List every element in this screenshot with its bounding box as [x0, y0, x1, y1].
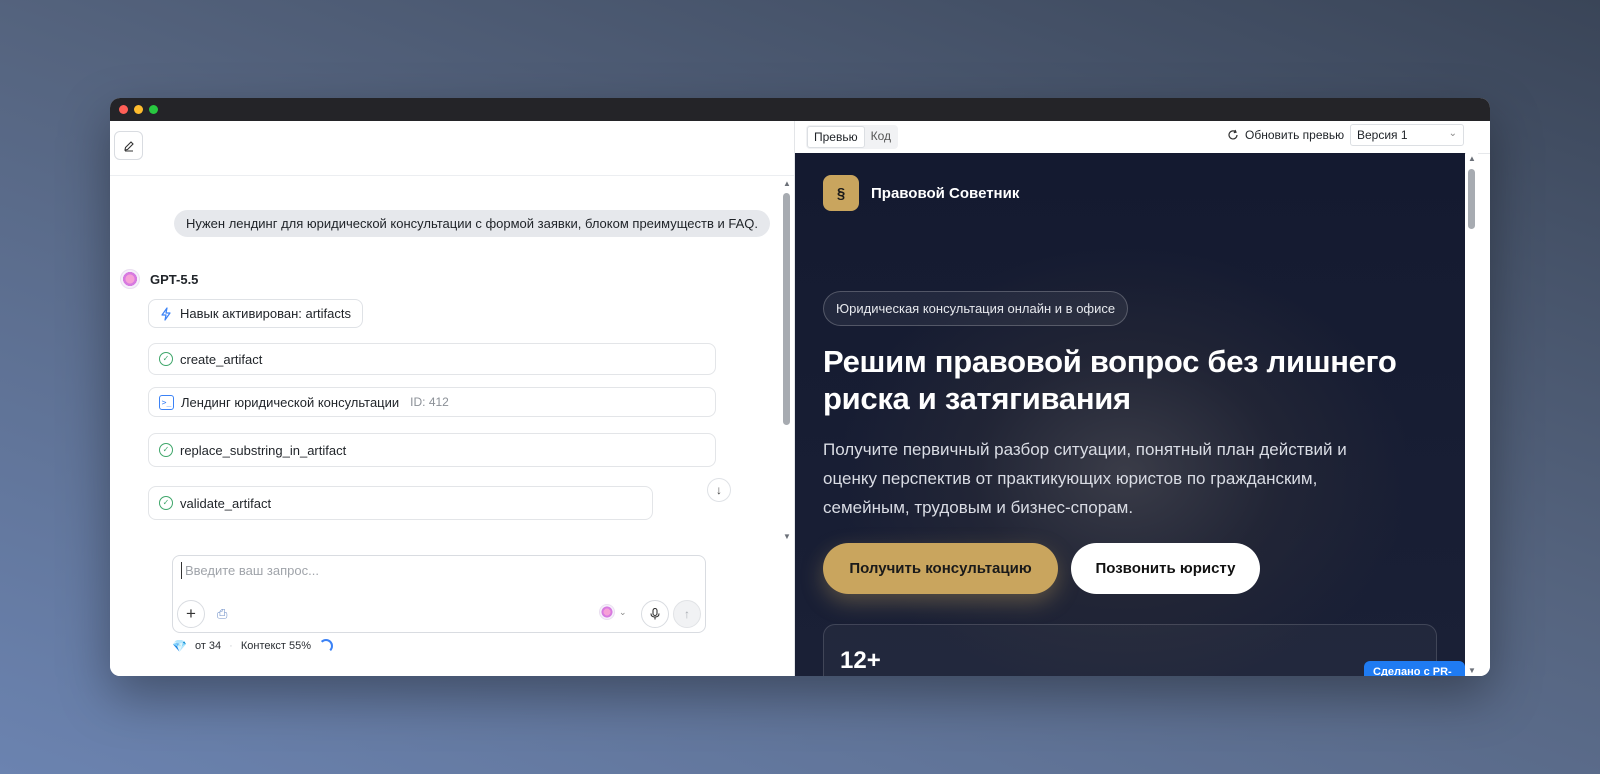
voice-input-button[interactable]: [641, 600, 669, 628]
chat-scrollbar[interactable]: ▲ ▼: [782, 179, 792, 541]
scroll-down-arrow-icon[interactable]: ▼: [1468, 666, 1476, 675]
model-avatar-icon: [120, 269, 140, 289]
user-message: Нужен лендинг для юридической консультац…: [173, 210, 770, 237]
section-sign-logo-icon: §: [823, 175, 859, 211]
plus-icon: +: [186, 604, 196, 623]
refresh-label: Обновить превью: [1245, 128, 1345, 142]
version-value: Версия 1: [1357, 128, 1408, 142]
skill-label: Навык активирован: artifacts: [180, 306, 351, 321]
lightning-icon: [161, 306, 171, 321]
chevron-down-icon: ⌄: [619, 606, 627, 617]
maximize-window-button[interactable]: [149, 105, 158, 114]
tool-call-validate-artifact[interactable]: ✓ validate_artifact: [148, 486, 653, 520]
check-circle-icon: ✓: [159, 496, 173, 510]
scroll-to-bottom-button[interactable]: ↓: [707, 478, 731, 502]
scroll-up-arrow-icon[interactable]: ▲: [783, 179, 791, 188]
title-bar: [110, 98, 1490, 121]
brand[interactable]: § Правовой Советник: [823, 175, 1019, 211]
model-selector[interactable]: ⌄: [599, 604, 627, 620]
hero-eyebrow-pill: Юридическая консультация онлайн и в офис…: [823, 291, 1129, 326]
new-chat-button[interactable]: [114, 131, 143, 160]
send-button[interactable]: ↑: [673, 600, 701, 628]
minimize-window-button[interactable]: [134, 105, 143, 114]
landing-preview: § Правовой Советник Юридическая консульт…: [795, 153, 1465, 676]
app-window: ▲ ▼ Нужен лендинг для юридической консул…: [110, 98, 1490, 676]
artifact-item[interactable]: >_ Лендинг юридической консультации ID: …: [148, 387, 716, 417]
check-circle-icon: ✓: [159, 352, 173, 366]
get-consultation-button[interactable]: Получить консультацию: [823, 543, 1058, 594]
scroll-up-arrow-icon[interactable]: ▲: [1468, 154, 1476, 163]
context-progress-icon: [319, 639, 334, 653]
separator: ·: [229, 640, 233, 652]
hero-headline: Решим правовой вопрос без лишнего риска …: [823, 344, 1397, 416]
arrow-up-icon: ↑: [684, 607, 690, 621]
call-lawyer-button[interactable]: Позвонить юристу: [1071, 543, 1260, 594]
terminal-icon: >_: [159, 394, 174, 410]
preview-scrollbar[interactable]: ▲ ▼: [1466, 153, 1478, 676]
prompt-library-icon[interactable]: ⎙: [217, 606, 227, 622]
artifact-pane: Превью Код Обновить превью Версия 1 ⌄ § …: [795, 121, 1490, 676]
artifact-toolbar: Превью Код Обновить превью Версия 1 ⌄: [795, 121, 1490, 154]
refresh-icon: [1228, 129, 1238, 140]
scrollbar-thumb[interactable]: [1468, 169, 1475, 229]
context-usage: Контекст 55%: [240, 640, 312, 652]
credits-count: от 34: [194, 640, 222, 652]
brand-name: Правовой Советник: [871, 184, 1020, 202]
artifact-name: Лендинг юридической консультации: [181, 394, 400, 410]
stat-number: 12+: [840, 647, 881, 674]
model-avatar-icon: [599, 604, 615, 620]
tool-name: validate_artifact: [180, 495, 272, 511]
hero-lead-text: Получите первичный разбор ситуации, поня…: [823, 440, 1347, 517]
prompt-input[interactable]: [181, 562, 687, 579]
close-window-button[interactable]: [119, 105, 128, 114]
tab-preview[interactable]: Превью: [807, 126, 865, 148]
made-with-badge[interactable]: Сделано с PR-CY: [1364, 661, 1465, 676]
composer: + ⎙ ⌄ ↑: [172, 555, 706, 633]
microphone-icon: [650, 608, 660, 620]
arrow-down-icon: ↓: [716, 483, 722, 497]
chat-header: [110, 121, 794, 176]
view-tabs: Превью Код: [806, 125, 899, 149]
version-select[interactable]: Версия 1 ⌄: [1350, 124, 1464, 146]
scrollbar-thumb[interactable]: [783, 193, 790, 425]
assistant-name: GPT-5.5: [150, 271, 199, 287]
check-circle-icon: ✓: [159, 443, 173, 457]
scroll-down-arrow-icon[interactable]: ▼: [783, 532, 791, 541]
assistant-header: GPT-5.5: [120, 269, 198, 289]
diamond-icon: 💎: [172, 639, 187, 653]
chevron-down-icon: ⌄: [1448, 128, 1457, 139]
tool-call-create-artifact[interactable]: ✓ create_artifact: [148, 343, 716, 375]
tab-code[interactable]: Код: [865, 126, 897, 148]
tool-call-replace-substring[interactable]: ✓ replace_substring_in_artifact: [148, 433, 716, 467]
chat-pane: ▲ ▼ Нужен лендинг для юридической консул…: [110, 121, 795, 676]
pencil-icon: [123, 140, 134, 151]
stat-card: 12+: [823, 624, 1437, 676]
usage-footer: 💎 от 34 · Контекст 55%: [172, 639, 334, 653]
tool-name: create_artifact: [180, 351, 263, 367]
refresh-preview-button[interactable]: Обновить превью: [1227, 128, 1344, 142]
tool-name: replace_substring_in_artifact: [180, 442, 347, 458]
skill-activated-chip[interactable]: Навык активирован: artifacts: [148, 299, 363, 328]
attach-button[interactable]: +: [177, 600, 205, 628]
artifact-id: ID: 412: [410, 395, 449, 409]
